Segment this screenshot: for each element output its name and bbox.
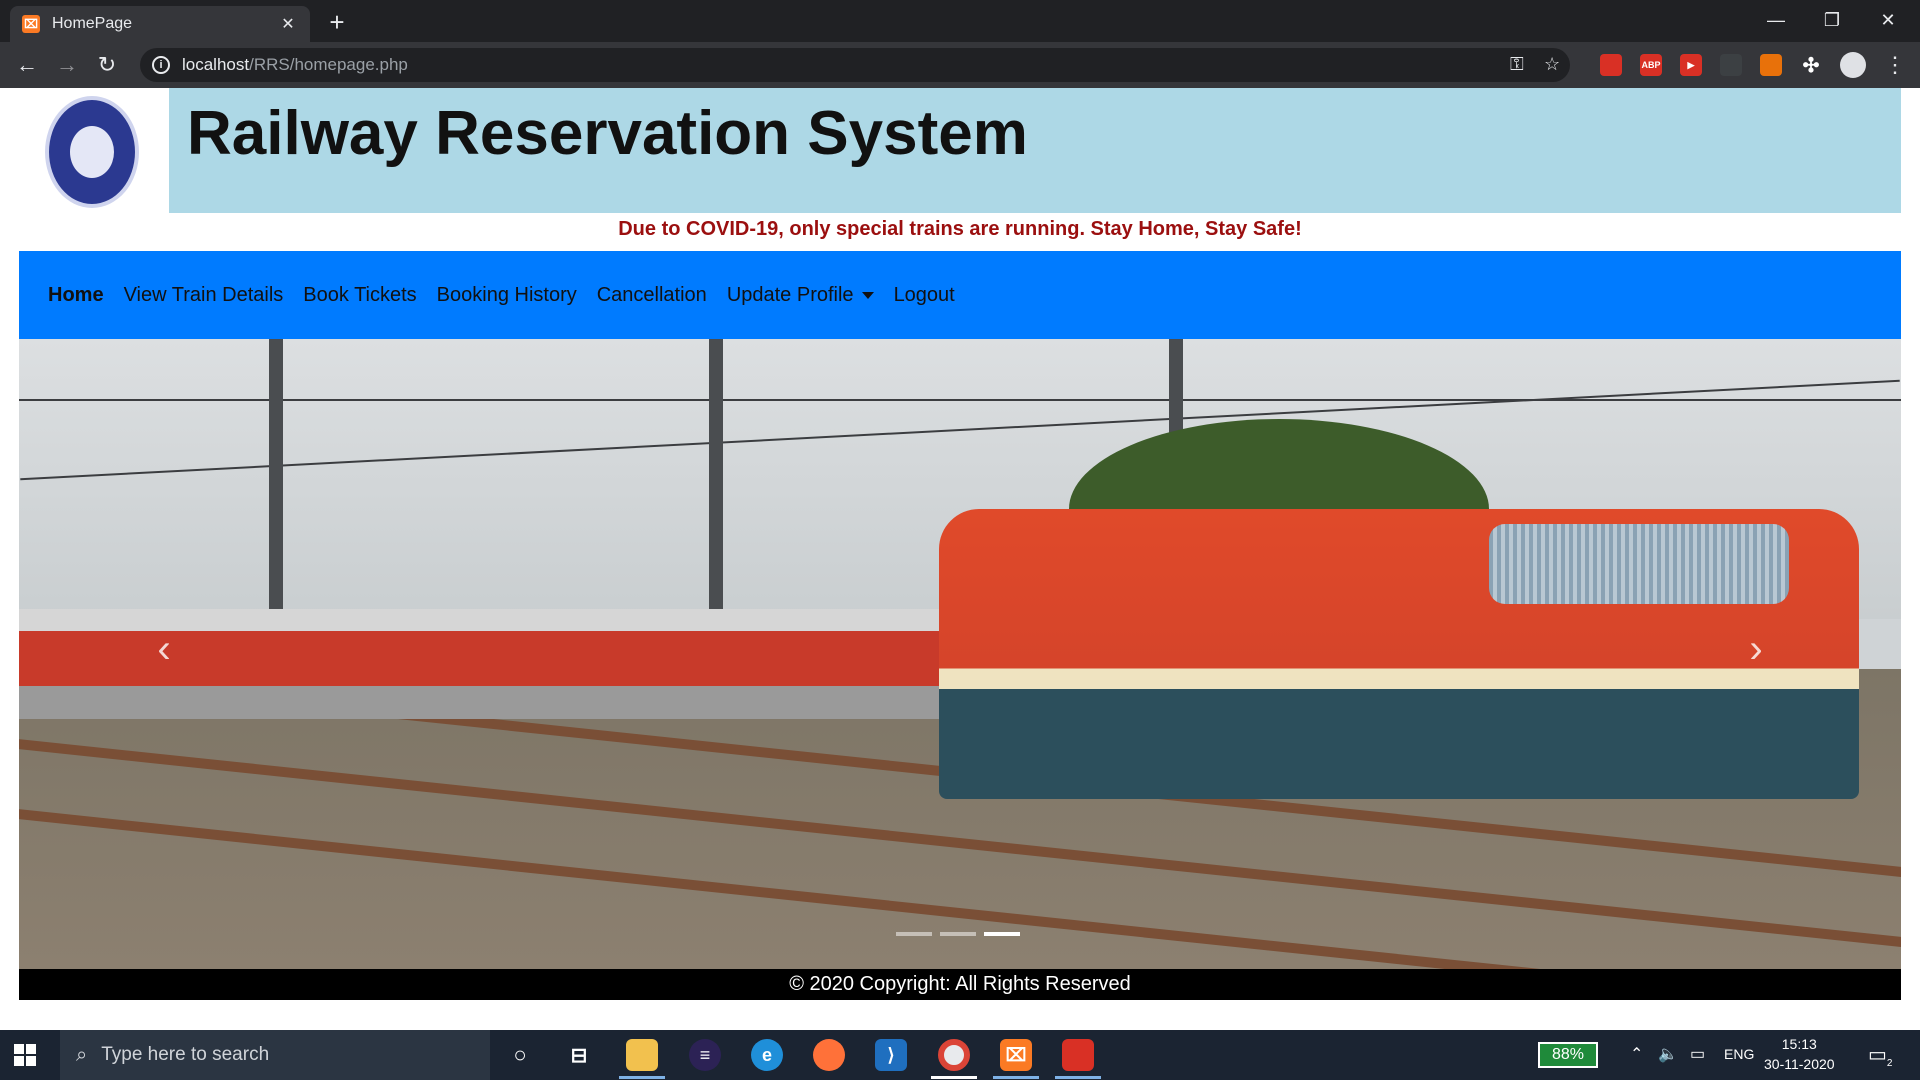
active-app-indicator — [931, 1076, 977, 1079]
red-play-extension-icon[interactable]: ▶ — [1680, 54, 1702, 76]
language-indicator[interactable]: ENG — [1724, 1046, 1754, 1062]
nav-update-profile[interactable]: Update Profile — [727, 284, 874, 307]
locomotive-grille — [1489, 524, 1789, 604]
carousel-indicator-3[interactable] — [984, 932, 1020, 936]
clock-date: 30-11-2020 — [1764, 1056, 1835, 1072]
xampp-icon[interactable]: ⌧ — [1000, 1039, 1032, 1071]
catenary-pole — [269, 339, 283, 649]
url-host: localhost — [182, 55, 250, 74]
search-placeholder: Type here to search — [101, 1044, 270, 1065]
window-close-button[interactable]: ✕ — [1860, 4, 1916, 36]
restore-button[interactable]: ❐ — [1804, 4, 1860, 36]
notification-count: 2 — [1886, 1058, 1893, 1069]
vscode-icon[interactable]: ⟩ — [875, 1039, 907, 1071]
dropdown-caret-icon — [861, 291, 874, 299]
carousel-indicator-1[interactable] — [896, 932, 932, 936]
red-app-icon[interactable] — [1062, 1039, 1094, 1071]
active-app-indicator — [619, 1076, 665, 1079]
nav-logout[interactable]: Logout — [894, 284, 955, 307]
minimize-button[interactable]: — — [1748, 4, 1804, 36]
red-extension-icon[interactable] — [1600, 54, 1622, 76]
star-icon[interactable]: ☆ — [1544, 54, 1560, 75]
page-footer: © 2020 Copyright: All Rights Reserved — [19, 969, 1901, 1000]
catenary-pole — [709, 339, 723, 639]
carousel-next-icon[interactable]: › — [1741, 629, 1771, 669]
info-icon[interactable]: i — [152, 56, 170, 74]
nav-update-profile-label: Update Profile — [726, 283, 854, 306]
nav-home[interactable]: Home — [48, 284, 104, 307]
battery-icon[interactable]: ▭ — [1690, 1044, 1705, 1064]
show-hidden-icons-icon[interactable]: ⌃ — [1630, 1044, 1643, 1064]
web-page: Railway Reservation System Due to COVID-… — [0, 88, 1920, 1030]
new-tab-button[interactable]: + — [322, 8, 352, 38]
carousel-indicators — [896, 932, 1020, 936]
carousel-indicator-2[interactable] — [940, 932, 976, 936]
close-tab-icon[interactable]: ✕ — [278, 14, 298, 34]
indian-railways-logo — [45, 96, 139, 208]
nav-view-train-details[interactable]: View Train Details — [124, 284, 284, 307]
active-app-indicator — [993, 1076, 1039, 1079]
search-icon: ⌕ — [76, 1043, 88, 1066]
taskbar-search[interactable]: ⌕ Type here to search — [60, 1030, 490, 1080]
xampp-icon: ⌧ — [22, 15, 40, 33]
gray-extension-icon[interactable] — [1720, 54, 1742, 76]
windows-start-icon[interactable] — [14, 1044, 36, 1066]
orange-extension-icon[interactable] — [1760, 54, 1782, 76]
edge-icon[interactable]: e — [751, 1039, 783, 1071]
page-title: Railway Reservation System — [187, 99, 1028, 168]
eclipse-icon[interactable]: ≡ — [689, 1039, 721, 1071]
carousel-prev-icon[interactable]: ‹ — [149, 629, 179, 669]
browser-tab-strip: ⌧ HomePage ✕ + — ❐ ✕ — [0, 0, 1920, 42]
covid-notice: Due to COVID-19, only special trains are… — [618, 218, 1302, 240]
windows-taskbar: ⌕ Type here to search ○ ⊟ ≡ e ⟩ ⌧ 88% ⌃ … — [0, 1030, 1920, 1080]
nav-booking-history[interactable]: Booking History — [437, 284, 577, 307]
nav-cancellation[interactable]: Cancellation — [597, 284, 707, 307]
puzzle-icon[interactable]: ✣ — [1800, 54, 1822, 77]
system-clock[interactable]: 15:13 30-11-2020 — [1764, 1034, 1835, 1074]
file-explorer-icon[interactable] — [626, 1039, 658, 1071]
tab-title: HomePage — [52, 15, 133, 32]
main-navbar: Home View Train Details Book Tickets Boo… — [19, 251, 1901, 339]
train-carousel: ‹ › — [19, 339, 1901, 969]
header-banner: Railway Reservation System — [169, 88, 1901, 213]
task-view-icon[interactable]: ⊟ — [563, 1039, 595, 1071]
active-app-indicator — [1055, 1076, 1101, 1079]
volume-icon[interactable]: 🔈 — [1658, 1044, 1678, 1064]
key-icon[interactable]: ⚿ — [1510, 54, 1524, 75]
clock-time: 15:13 — [1781, 1036, 1817, 1052]
browser-tab[interactable]: ⌧ HomePage ✕ — [10, 6, 310, 42]
nav-book-tickets[interactable]: Book Tickets — [303, 284, 416, 307]
profile-avatar[interactable] — [1840, 52, 1866, 78]
forward-button[interactable]: → — [52, 50, 82, 80]
chrome-icon[interactable] — [938, 1039, 970, 1071]
url-path: /RRS/homepage.php — [249, 55, 408, 74]
battery-indicator[interactable]: 88% — [1538, 1042, 1598, 1068]
browser-menu-icon[interactable]: ⋮ — [1880, 50, 1910, 80]
adblock-plus-icon[interactable]: ABP — [1640, 54, 1662, 76]
logo-emblem — [68, 124, 116, 180]
browser-toolbar: ← → ↻ i localhost/RRS/homepage.php ⚿ ☆ A… — [0, 42, 1920, 88]
reload-button[interactable]: ↻ — [92, 50, 122, 80]
notification-center-icon[interactable]: ▭2 — [1868, 1042, 1892, 1069]
address-bar[interactable]: i localhost/RRS/homepage.php ⚿ ☆ — [140, 48, 1570, 82]
firefox-icon[interactable] — [813, 1039, 845, 1071]
back-button[interactable]: ← — [12, 50, 42, 80]
overhead-wire — [19, 399, 1901, 401]
cortana-icon[interactable]: ○ — [504, 1039, 536, 1071]
